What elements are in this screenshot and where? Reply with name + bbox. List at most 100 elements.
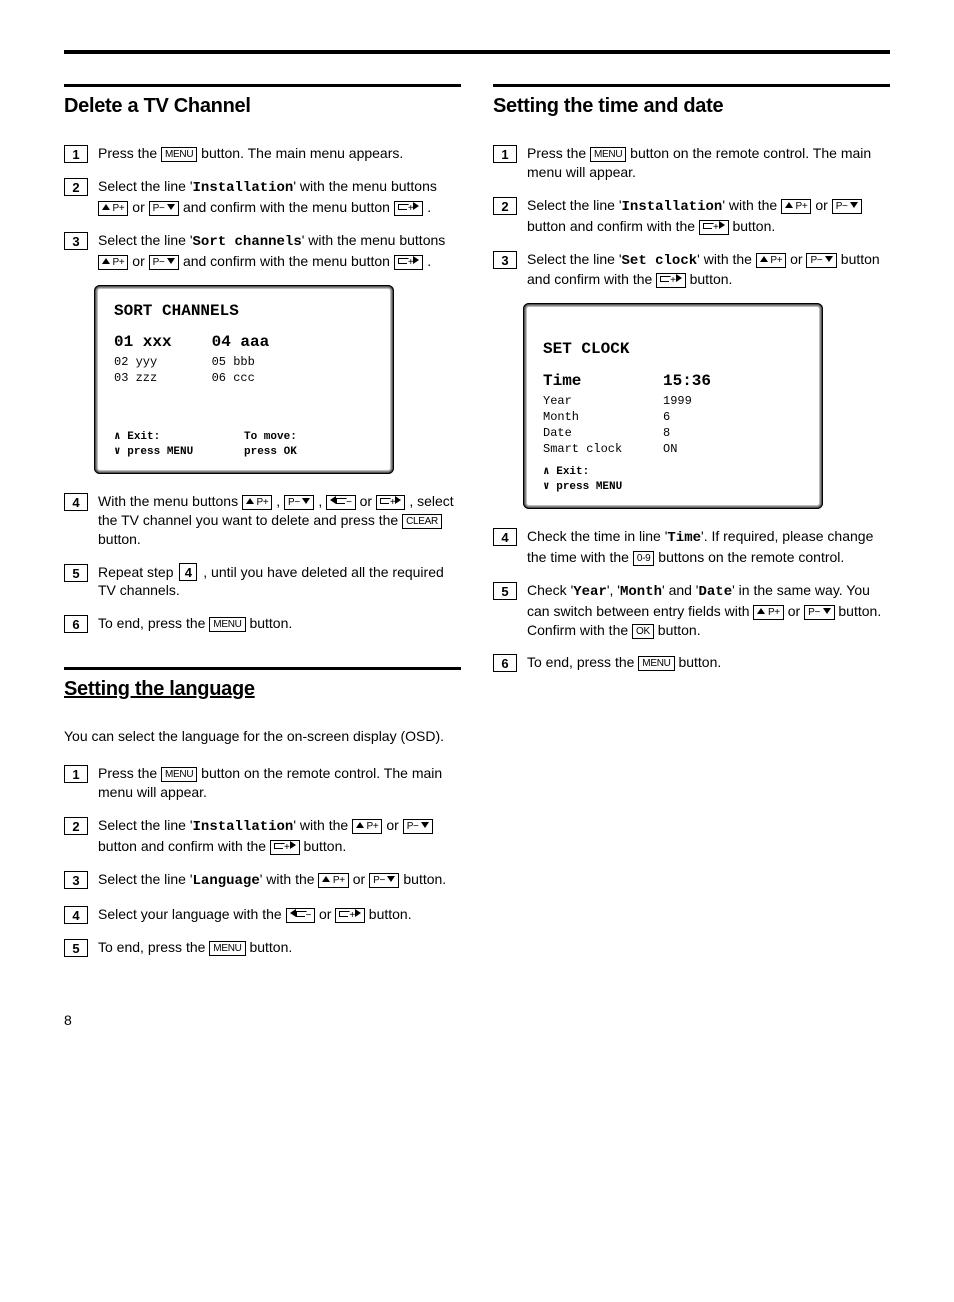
field-label: Smart clock bbox=[543, 441, 663, 457]
right-button-icon: + bbox=[335, 908, 365, 923]
text: or bbox=[132, 199, 148, 215]
delete-step-5: 5 Repeat step 4 , until you have deleted… bbox=[64, 563, 461, 601]
menu-button-icon: MENU bbox=[161, 147, 197, 162]
step-body: Press the MENU button on the remote cont… bbox=[98, 764, 461, 802]
heading-delete-channel: Delete a TV Channel bbox=[64, 84, 461, 120]
text: ' with the bbox=[260, 871, 319, 887]
text: or bbox=[319, 906, 335, 922]
right-button-icon: + bbox=[394, 201, 424, 216]
text: Select the line ' bbox=[98, 232, 193, 248]
text: ' with the menu buttons bbox=[302, 232, 446, 248]
step-body: Check 'Year', 'Month' and 'Date' in the … bbox=[527, 581, 890, 640]
step-number: 5 bbox=[64, 939, 88, 957]
text: Press the bbox=[527, 145, 590, 161]
text: button and confirm with the bbox=[98, 838, 270, 854]
clock-step-1: 1 Press the MENU button on the remote co… bbox=[493, 144, 890, 182]
text: ' with the bbox=[293, 817, 352, 833]
set-clock-screen: SET CLOCK Time15:36 Year1999 Month6 Date… bbox=[523, 303, 823, 509]
step-number: 4 bbox=[64, 493, 88, 511]
text: button. bbox=[369, 906, 412, 922]
p-down-button-icon: P− bbox=[369, 873, 399, 888]
language-step-3: 3 Select the line 'Language' with the P+… bbox=[64, 870, 461, 891]
field-label: Year bbox=[543, 393, 663, 409]
field-label: Month bbox=[543, 409, 663, 425]
language-step-4: 4 Select your language with the − or + b… bbox=[64, 905, 461, 924]
text: button. bbox=[303, 838, 346, 854]
p-down-button-icon: P− bbox=[806, 253, 836, 268]
step-number: 6 bbox=[493, 654, 517, 672]
text: button. bbox=[678, 654, 721, 670]
step-number: 1 bbox=[493, 145, 517, 163]
text: buttons on the remote control. bbox=[658, 549, 844, 565]
clock-step-4: 4 Check the time in line 'Time'. If requ… bbox=[493, 527, 890, 567]
text: Select the line ' bbox=[98, 871, 193, 887]
field-label: Date bbox=[543, 425, 663, 441]
step-body: Select the line 'Installation' with the … bbox=[527, 196, 890, 236]
p-up-button-icon: P+ bbox=[318, 873, 348, 888]
clock-step-5: 5 Check 'Year', 'Month' and 'Date' in th… bbox=[493, 581, 890, 640]
delete-step-3: 3 Select the line 'Sort channels' with t… bbox=[64, 231, 461, 271]
step-number: 4 bbox=[64, 906, 88, 924]
text: ' with the bbox=[722, 197, 781, 213]
menu-line-label: Sort channels bbox=[193, 234, 302, 250]
step-body: Press the MENU button. The main menu app… bbox=[98, 144, 461, 163]
step-number: 1 bbox=[64, 765, 88, 783]
text: or bbox=[815, 197, 831, 213]
clock-fields: Time15:36 Year1999 Month6 Date8 Smart cl… bbox=[543, 371, 803, 457]
step-number: 3 bbox=[64, 871, 88, 889]
heading-setting-time-date: Setting the time and date bbox=[493, 84, 890, 120]
right-column: Setting the time and date 1 Press the ME… bbox=[493, 84, 890, 971]
text: Select the line ' bbox=[527, 197, 622, 213]
step-body: Select the line 'Set clock' with the P+ … bbox=[527, 250, 890, 290]
step-body: Repeat step 4 , until you have deleted a… bbox=[98, 563, 461, 601]
field-value: 15:36 bbox=[663, 371, 711, 393]
channel-entry: 02 yyy bbox=[114, 354, 172, 370]
p-up-button-icon: P+ bbox=[756, 253, 786, 268]
step-body: Select the line 'Installation' with the … bbox=[98, 177, 461, 217]
text: or bbox=[360, 493, 376, 509]
footer-text: To move: bbox=[244, 430, 374, 445]
text: button. bbox=[690, 271, 733, 287]
step-number: 4 bbox=[493, 528, 517, 546]
step-number: 2 bbox=[493, 197, 517, 215]
screen-channel-list: 01 xxx 02 yyy 03 zzz 04 aaa 05 bbb 06 cc… bbox=[114, 332, 374, 422]
clock-step-6: 6 To end, press the MENU button. bbox=[493, 653, 890, 672]
step-body: Select the line 'Installation' with the … bbox=[98, 816, 461, 856]
text: or bbox=[353, 871, 369, 887]
text: To end, press the bbox=[98, 615, 209, 631]
text: button and confirm with the bbox=[527, 218, 699, 234]
screen-title: SORT CHANNELS bbox=[114, 301, 374, 323]
footer-text: ∨ press MENU bbox=[114, 445, 244, 460]
step-reference: 4 bbox=[179, 563, 197, 581]
menu-button-icon: MENU bbox=[638, 656, 674, 671]
text: Repeat step bbox=[98, 564, 177, 580]
text: ' with the bbox=[697, 251, 756, 267]
step-body: To end, press the MENU button. bbox=[98, 614, 461, 633]
step-number: 6 bbox=[64, 615, 88, 633]
footer-text: ∨ press MENU bbox=[543, 480, 803, 495]
right-button-icon: + bbox=[270, 840, 300, 855]
text: To end, press the bbox=[527, 654, 638, 670]
menu-line-label: Time bbox=[667, 530, 701, 546]
language-intro: You can select the language for the on-s… bbox=[64, 727, 461, 746]
text: Check the time in line ' bbox=[527, 528, 667, 544]
p-down-button-icon: P− bbox=[284, 495, 314, 510]
text: . bbox=[427, 199, 431, 215]
right-button-icon: + bbox=[656, 273, 686, 288]
step-number: 1 bbox=[64, 145, 88, 163]
text: Press the bbox=[98, 145, 161, 161]
clock-step-3: 3 Select the line 'Set clock' with the P… bbox=[493, 250, 890, 290]
channel-entry: 04 aaa bbox=[212, 332, 270, 354]
heading-setting-language: Setting the language bbox=[64, 667, 461, 703]
page-top-rule bbox=[64, 50, 890, 54]
p-up-button-icon: P+ bbox=[352, 819, 382, 834]
field-value: 6 bbox=[663, 409, 670, 425]
p-down-button-icon: P− bbox=[149, 255, 179, 270]
menu-line-label: Language bbox=[193, 873, 260, 889]
p-up-button-icon: P+ bbox=[753, 605, 783, 620]
text: and confirm with the menu button bbox=[183, 253, 394, 269]
text: button. The main menu appears. bbox=[201, 145, 403, 161]
text: Select the line ' bbox=[98, 817, 193, 833]
left-column: Delete a TV Channel 1 Press the MENU but… bbox=[64, 84, 461, 971]
footer-text: ∧ Exit: bbox=[114, 430, 244, 445]
